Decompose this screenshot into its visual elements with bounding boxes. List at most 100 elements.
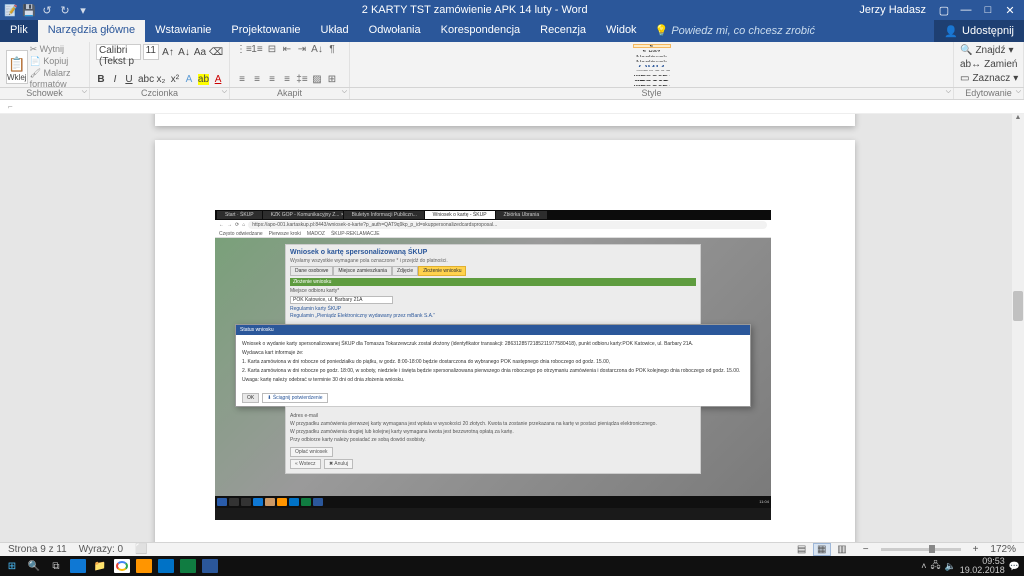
tab-design[interactable]: Projektowanie [221,20,310,42]
bullets-icon[interactable]: ⋮≡ [236,44,248,55]
document-area[interactable]: Start · ŚKUP KZK GOP - Komunikacyjny Z..… [0,114,1024,556]
explorer-icon[interactable]: 📁 [92,559,108,573]
print-layout-icon[interactable]: ▦ [813,543,830,556]
maximize-icon[interactable]: □ [978,4,998,17]
select-button[interactable]: ▭ Zaznacz ▾ [960,72,1017,85]
ribbon-options-icon[interactable]: ▢ [934,4,954,17]
align-right-icon[interactable]: ≡ [266,74,278,85]
proofing-icon[interactable]: ⬜ [135,544,147,555]
tray-network-icon[interactable]: 🖧 [930,558,940,574]
borders-icon[interactable]: ⊞ [326,74,338,85]
style-subtitle[interactable]: AaBbCcCPodtytuł [633,69,671,73]
superscript-button[interactable]: x² [170,74,180,85]
chrome-icon[interactable] [114,559,130,573]
zoom-out-icon[interactable]: − [863,544,869,555]
tab-file[interactable]: Plik [0,20,38,42]
show-marks-icon[interactable]: ¶ [326,44,338,55]
notifications-icon[interactable]: 💬 [1009,561,1020,572]
style-emphasis2[interactable]: AaBbCcDcWyróżnie... [633,84,671,87]
copy-button[interactable]: Kopiuj [30,56,83,67]
tab-insert[interactable]: Wstawianie [145,20,221,42]
redo-icon[interactable]: ↻ [58,4,72,17]
scroll-up-icon[interactable]: ▲ [1012,114,1024,121]
underline-button[interactable]: U [124,74,134,85]
undo-icon[interactable]: ↺ [40,4,54,17]
style-no-spacing[interactable]: AaBbCcDc¶ Bez odst... [633,49,671,53]
search-icon[interactable]: 🔍 [26,559,42,573]
italic-button[interactable]: I [110,74,120,85]
web-layout-icon[interactable]: ▥ [833,543,850,556]
subscript-button[interactable]: x₂ [156,74,166,85]
zoom-level[interactable]: 172% [990,544,1016,555]
save-icon[interactable]: 💾 [22,4,36,17]
tab-view[interactable]: Widok [596,20,647,42]
tray-volume-icon[interactable]: 🔈 [945,561,956,572]
tab-home[interactable]: Narzędzia główne [38,20,145,42]
multilevel-icon[interactable]: ⊟ [266,44,278,55]
tab-layout[interactable]: Układ [311,20,359,42]
scroll-thumb[interactable] [1013,291,1023,321]
style-heading1[interactable]: AaBbCcNagłówek 1 [633,54,671,58]
strike-button[interactable]: abc [138,74,152,85]
start-icon[interactable]: ⊞ [4,559,20,573]
tray-up-icon[interactable]: ˄ [921,561,926,571]
highlight-icon[interactable]: ab [198,74,209,85]
tab-review[interactable]: Recenzja [530,20,596,42]
word-icon[interactable] [202,559,218,573]
increase-indent-icon[interactable]: ⇥ [296,44,308,55]
read-mode-icon[interactable]: ▤ [793,543,810,556]
paste-button[interactable]: Wklej [6,50,28,84]
excel-icon[interactable] [180,559,196,573]
tab-mailings[interactable]: Korespondencja [431,20,531,42]
decrease-indent-icon[interactable]: ⇤ [281,44,293,55]
share-button[interactable]: 👤Udostępnij [934,20,1024,42]
align-left-icon[interactable]: ≡ [236,74,248,85]
text-effects-icon[interactable]: A [184,74,194,85]
zoom-in-icon[interactable]: + [973,544,979,555]
page-current[interactable]: Start · ŚKUP KZK GOP - Komunikacyjny Z..… [155,140,855,556]
style-emphasis[interactable]: AaBbCcDcWyróżnie... [633,74,671,78]
justify-icon[interactable]: ≡ [281,74,293,85]
group-styles-label[interactable]: Style [350,88,954,99]
style-title[interactable]: AaBTytuł [633,64,671,68]
minimize-icon[interactable]: — [956,4,976,17]
styles-gallery[interactable]: AaBbCcDc¶ Normalny AaBbCcDc¶ Bez odst...… [350,42,954,87]
vertical-scrollbar[interactable]: ▲ ▼ [1012,114,1024,556]
word-count[interactable]: Wyrazy: 0 [79,544,123,555]
tell-me[interactable]: Powiedz mi, co chcesz zrobić [647,20,823,42]
qat-more-icon[interactable]: ▾ [76,4,90,17]
format-painter-button[interactable]: Malarz formatów [30,68,83,89]
shading-icon[interactable]: ▨ [311,74,323,85]
numbering-icon[interactable]: 1≡ [251,44,263,55]
user-name[interactable]: Jerzy Hadasz [859,4,926,16]
tab-references[interactable]: Odwołania [359,20,431,42]
ruler[interactable]: ⌐ [0,100,1024,114]
line-spacing-icon[interactable]: ‡≡ [296,74,308,85]
cut-button[interactable]: Wytnij [30,44,83,55]
font-size-select[interactable]: 11 [143,44,159,60]
sort-icon[interactable]: A↓ [311,44,323,55]
bold-button[interactable]: B [96,74,106,85]
group-paragraph-label[interactable]: Akapit [230,88,350,99]
shrink-font-icon[interactable]: A↓ [177,47,191,58]
font-name-select[interactable]: Calibri (Tekst p [96,44,141,60]
style-normal[interactable]: AaBbCcDc¶ Normalny [633,44,671,48]
replace-button[interactable]: ab↔ Zamień [960,58,1017,71]
change-case-icon[interactable]: Aa [193,47,207,58]
align-center-icon[interactable]: ≡ [251,74,263,85]
style-heading2[interactable]: AaBbCcENagłówek 2 [633,59,671,63]
font-color-icon[interactable]: A [213,74,223,85]
edge-icon[interactable] [70,559,86,573]
find-button[interactable]: 🔍 Znajdź ▾ [960,44,1017,57]
page-indicator[interactable]: Strona 9 z 11 [8,544,67,555]
group-clipboard-label[interactable]: Schowek [0,88,90,99]
taskbar-clock[interactable]: 09:53 19.02.2018 [960,557,1005,575]
zoom-slider[interactable] [881,548,961,551]
outlook-icon[interactable] [158,559,174,573]
firefox-icon[interactable] [136,559,152,573]
clear-format-icon[interactable]: ⌫ [209,47,223,58]
task-view-icon[interactable]: ⧉ [48,559,64,573]
close-icon[interactable]: ✕ [1000,4,1020,17]
group-font-label[interactable]: Czcionka [90,88,230,99]
style-intense-emph[interactable]: AaBbCcDcUwydatni... [633,79,671,83]
